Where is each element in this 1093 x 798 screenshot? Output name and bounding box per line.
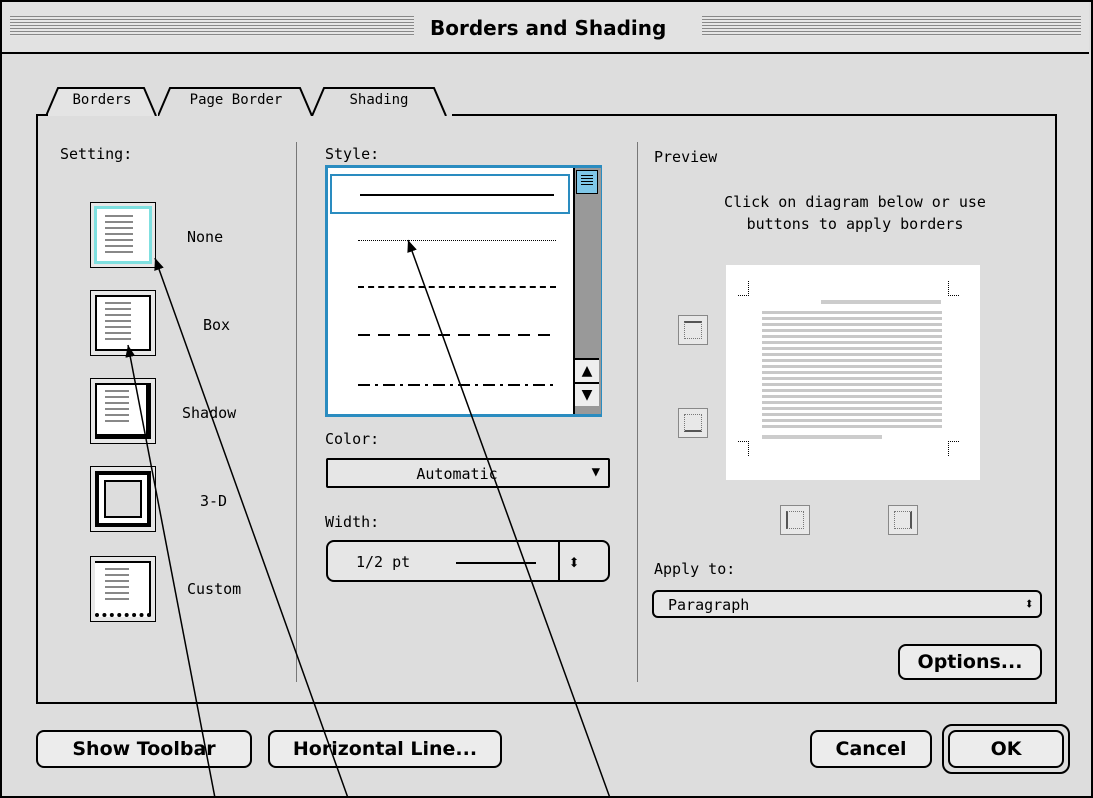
scroll-up-icon[interactable]: ▲ <box>575 358 599 382</box>
title-bar-stripes-right <box>702 16 1081 36</box>
options-button[interactable]: Options... <box>898 644 1042 680</box>
setting-box-label: Box <box>203 316 231 334</box>
setting-shadow-button[interactable] <box>90 378 156 444</box>
show-toolbar-button[interactable]: Show Toolbar <box>36 730 252 768</box>
setting-custom-button[interactable] <box>90 556 156 622</box>
style-option-solid[interactable] <box>330 174 570 214</box>
apply-to-value: Paragraph <box>668 596 750 614</box>
color-value: Automatic <box>416 465 498 483</box>
style-option-dotted[interactable] <box>330 220 570 260</box>
setting-custom-icon <box>95 561 151 617</box>
bottom-border-button[interactable] <box>678 408 708 438</box>
color-dropdown[interactable]: Automatic ▼ <box>326 458 610 488</box>
width-heading: Width: <box>325 513 380 531</box>
setting-3d-button[interactable] <box>90 466 156 532</box>
width-value: 1/2 pt <box>356 553 411 571</box>
left-border-button[interactable] <box>780 505 810 535</box>
separator-1 <box>296 142 297 682</box>
stepper-arrows-icon[interactable]: ⬍ <box>568 550 580 574</box>
apply-to-heading: Apply to: <box>654 560 736 578</box>
tab-shading[interactable]: Shading <box>312 86 452 116</box>
ok-button[interactable]: OK <box>948 730 1064 768</box>
setting-shadow-label: Shadow <box>182 404 237 422</box>
dropdown-arrow-icon: ▼ <box>591 464 600 480</box>
setting-none-icon <box>94 206 152 264</box>
style-option-dashed[interactable] <box>330 314 570 354</box>
setting-none-button[interactable] <box>90 202 156 268</box>
setting-3d-label: 3-D <box>200 492 228 510</box>
setting-box-icon <box>95 295 151 351</box>
preview-diagram[interactable] <box>726 265 980 480</box>
style-listbox[interactable]: ▲ ▼ <box>325 165 602 417</box>
preview-heading: Preview <box>654 148 718 166</box>
setting-heading: Setting: <box>60 145 133 163</box>
style-heading: Style: <box>325 145 380 163</box>
setting-custom-label: Custom <box>187 580 242 598</box>
tab-page-border-label: Page Border <box>189 92 283 108</box>
setting-none-label: None <box>187 228 224 246</box>
window-title: Borders and Shading <box>420 16 677 40</box>
title-bar-stripes-left <box>10 16 414 36</box>
setting-shadow-icon <box>95 383 151 439</box>
tab-borders-label: Borders <box>72 92 132 108</box>
top-border-button[interactable] <box>678 315 708 345</box>
scroll-thumb[interactable] <box>576 170 598 194</box>
tab-borders[interactable]: Borders <box>46 86 158 116</box>
title-bar[interactable]: Borders and Shading <box>2 2 1089 54</box>
style-option-dashed-small[interactable] <box>330 266 570 306</box>
style-scrollbar[interactable]: ▲ ▼ <box>573 168 601 414</box>
right-border-button[interactable] <box>888 505 918 535</box>
setting-3d-icon <box>95 471 151 527</box>
tab-page-border[interactable]: Page Border <box>158 86 314 116</box>
scroll-down-icon[interactable]: ▼ <box>575 382 599 406</box>
width-dropdown[interactable]: 1/2 pt ⬍ <box>326 540 610 582</box>
tab-shading-label: Shading <box>349 92 409 108</box>
cancel-button[interactable]: Cancel <box>810 730 932 768</box>
separator-2 <box>637 142 638 682</box>
style-option-dash-dot[interactable] <box>330 364 570 404</box>
preview-instructions: Click on diagram below or use buttons to… <box>724 193 986 233</box>
color-heading: Color: <box>325 430 380 448</box>
stepper-arrows-icon: ⬍ <box>1024 594 1034 613</box>
horizontal-line-button[interactable]: Horizontal Line... <box>268 730 502 768</box>
setting-box-button[interactable] <box>90 290 156 356</box>
width-line-sample <box>456 562 536 564</box>
apply-to-dropdown[interactable]: Paragraph ⬍ <box>652 590 1042 618</box>
